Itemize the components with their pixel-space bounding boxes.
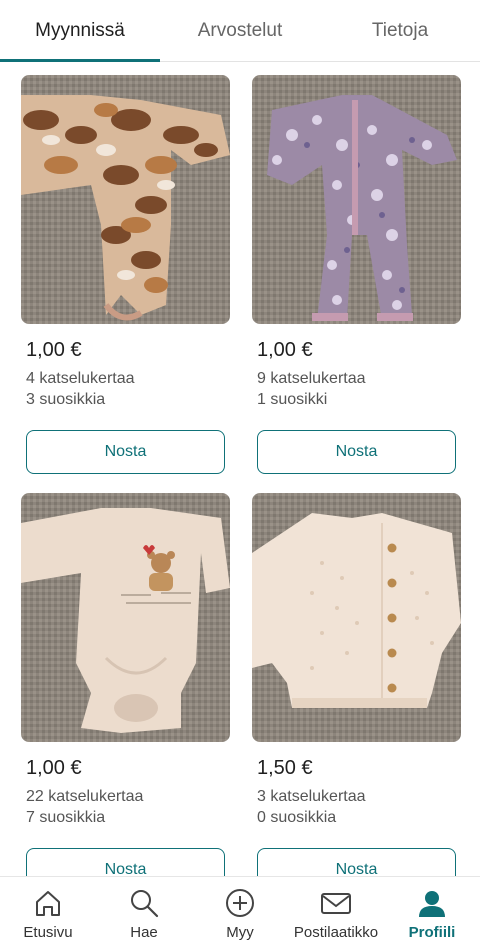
listing-photo-teddy-bodysuit[interactable] (21, 493, 230, 742)
tab-label: Tietoja (371, 20, 429, 41)
search-icon (128, 887, 160, 919)
bump-button[interactable]: Nosta (26, 430, 225, 474)
listing-favorites: 3 suosikkia (26, 391, 106, 408)
nav-label: Etusivu (23, 924, 73, 941)
profile-icon (416, 887, 448, 919)
home-icon (32, 887, 64, 919)
bottom-navigation: Etusivu Hae Myy Postilaatikko Profiili (0, 876, 480, 944)
listing-card[interactable]: 1,00 € 4 katselukertaa 3 suosikkia Nosta (21, 75, 230, 474)
nav-etusivu[interactable]: Etusivu (0, 877, 96, 944)
listing-price: 1,00 € (26, 757, 82, 779)
listing-price: 1,00 € (257, 339, 313, 361)
listing-price: 1,00 € (26, 339, 82, 361)
listing-photo-floral-romper[interactable] (252, 75, 461, 324)
tab-label: Arvostelut (197, 20, 283, 41)
listing-grid: 1,00 € 4 katselukertaa 3 suosikkia Nosta (0, 62, 480, 876)
nav-label: Postilaatikko (293, 924, 379, 941)
nav-myy[interactable]: Myy (192, 877, 288, 944)
listing-card[interactable]: 1,50 € 3 katselukertaa 0 suosikkia Nosta (252, 493, 461, 876)
bump-button[interactable]: Nosta (257, 430, 456, 474)
listing-photo-brown-bear-bodysuit[interactable] (21, 75, 230, 324)
nav-postilaatikko[interactable]: Postilaatikko (288, 877, 384, 944)
bump-button[interactable]: Nosta (257, 848, 456, 876)
plus-circle-icon (224, 887, 256, 919)
bump-button[interactable]: Nosta (26, 848, 225, 876)
tab-myynnissa[interactable]: Myynnissä (0, 0, 160, 62)
listing-views: 22 katselukertaa (26, 788, 144, 805)
nav-label: Profiili (408, 924, 456, 941)
listing-views: 9 katselukertaa (257, 370, 366, 387)
nav-hae[interactable]: Hae (96, 877, 192, 944)
tab-label: Myynnissä (35, 20, 125, 41)
listing-price: 1,50 € (257, 757, 313, 779)
listing-card[interactable]: 1,00 € 22 katselukertaa 7 suosikkia Nost… (21, 493, 230, 876)
tab-tietoja[interactable]: Tietoja (320, 0, 480, 62)
listing-views: 3 katselukertaa (257, 788, 366, 805)
nav-label: Myy (226, 924, 254, 941)
profile-tabs: Myynnissä Arvostelut Tietoja (0, 0, 480, 62)
tab-arvostelut[interactable]: Arvostelut (160, 0, 320, 62)
nav-label: Hae (130, 924, 158, 941)
mail-icon (320, 887, 352, 919)
listing-photo-knit-cardigan[interactable] (252, 493, 461, 742)
nav-profiili[interactable]: Profiili (384, 877, 480, 944)
listing-favorites: 7 suosikkia (26, 809, 106, 826)
listing-views: 4 katselukertaa (26, 370, 135, 387)
listing-favorites: 1 suosikki (257, 391, 328, 408)
listing-card[interactable]: 1,00 € 9 katselukertaa 1 suosikki Nosta (252, 75, 461, 474)
listing-favorites: 0 suosikkia (257, 809, 337, 826)
